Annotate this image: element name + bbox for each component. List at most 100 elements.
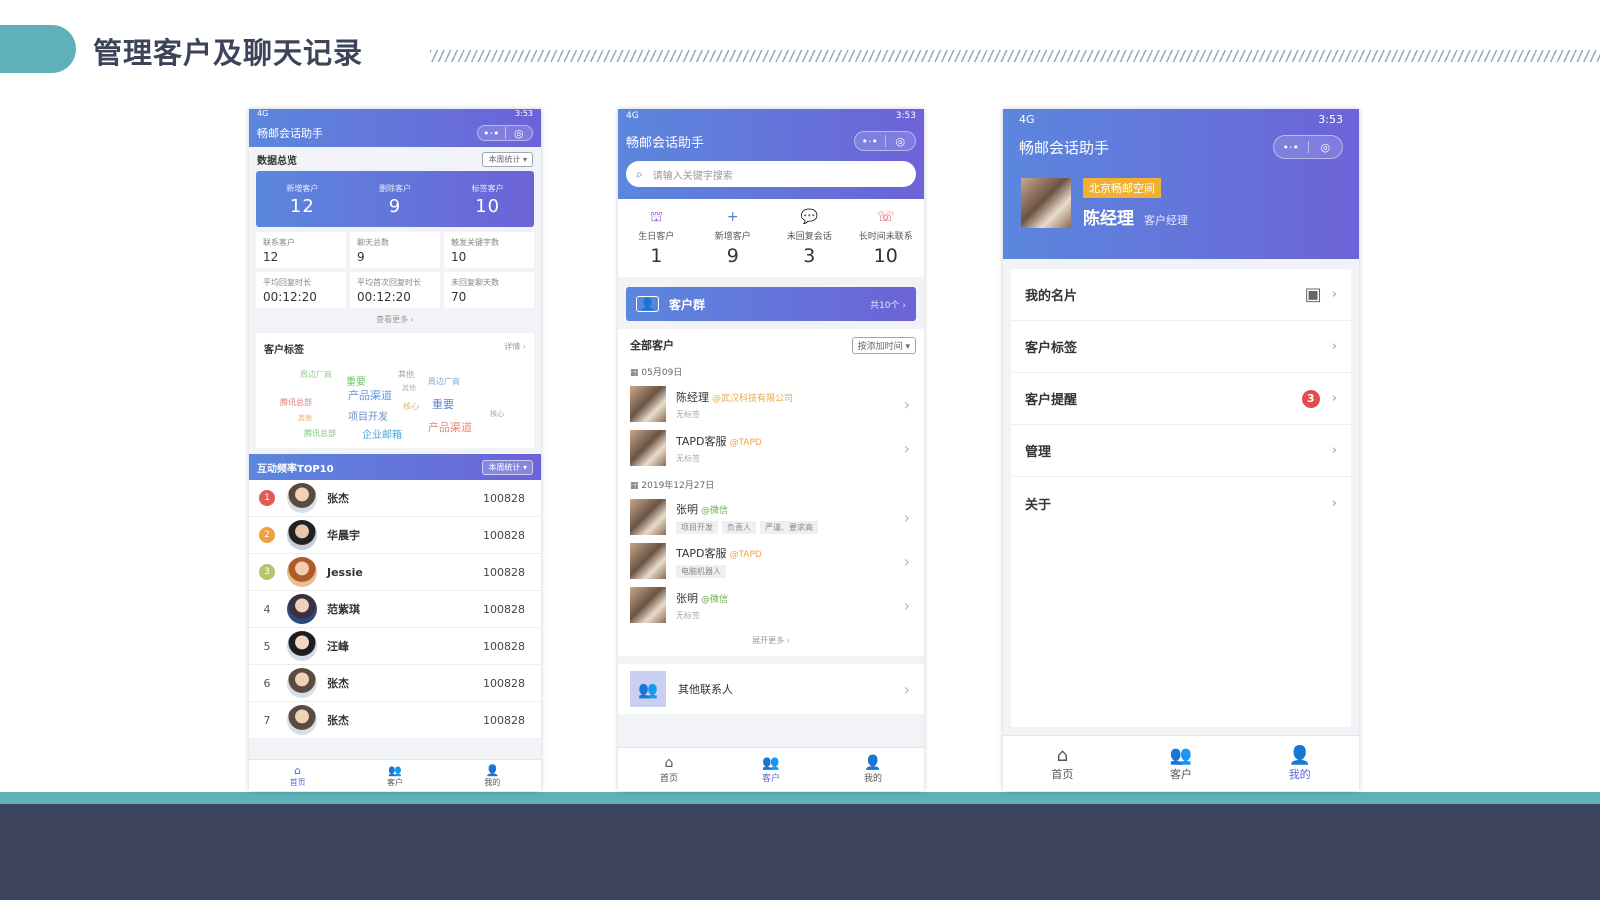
more-icon[interactable]: •·• — [478, 127, 505, 140]
see-more-link[interactable]: 查看更多 › — [249, 314, 541, 325]
avatar — [630, 386, 666, 422]
customer-tags-card: 客户标签 详情 › 周边厂商 重要 其他 周边厂商 产品渠道 其他 腾讯总部 项目… — [256, 333, 534, 448]
stat-tagged-customers[interactable]: 标签客户 10 — [441, 171, 534, 227]
missed-call-icon: ☏ — [876, 209, 895, 225]
tag-word[interactable]: 其他 — [298, 413, 312, 423]
more-icon[interactable]: •·• — [1274, 141, 1308, 154]
stat-deleted-customers[interactable]: 删除客户 9 — [349, 171, 442, 227]
tab-mine[interactable]: 👤 我的 — [444, 760, 541, 791]
rank-number: 4 — [263, 602, 271, 616]
menu-my-card[interactable]: 我的名片 ▣ › — [1011, 269, 1351, 321]
tag-word[interactable]: 项目开发 — [348, 408, 388, 423]
rank-number: 5 — [263, 639, 271, 653]
chevron-right-icon: › — [903, 394, 910, 414]
tab-customers[interactable]: 👥 客户 — [346, 760, 443, 791]
other-contacts-row[interactable]: 👥 其他联系人 › — [618, 664, 924, 714]
profile-avatar[interactable] — [1021, 178, 1071, 228]
phone-customers: 4G 3:53 畅邮会话助手 •·• ◎ ⌕ 请输入关键字搜索 ⛫ 生日客户 1 + 新… — [618, 109, 924, 791]
top10-title: 互动频率TOP10 — [257, 463, 334, 475]
customer-row[interactable]: TAPD客服 @TAPD 无标签 › — [618, 426, 924, 470]
tab-home[interactable]: ⌂ 首页 — [1003, 736, 1122, 791]
quick-birthday[interactable]: ⛫ 生日客户 1 — [618, 209, 695, 277]
plus-icon: + — [726, 209, 739, 225]
tag-word[interactable]: 其他 — [402, 383, 416, 393]
tab-mine[interactable]: 👤 我的 — [822, 748, 924, 791]
stat-avg-first-reply[interactable]: 平均首次回复时长 00:12:20 — [350, 272, 440, 308]
tag-word[interactable]: 核心 — [403, 401, 419, 412]
tab-bar: ⌂ 首页 👥 客户 👤 我的 — [1003, 735, 1359, 791]
tags-detail-link[interactable]: 详情 › — [504, 341, 526, 356]
customer-row[interactable]: 陈经理 @武汉科技有限公司 无标签 › — [618, 382, 924, 426]
more-icon[interactable]: •·• — [855, 135, 885, 148]
rank-row[interactable]: 6 张杰 100828 — [249, 665, 541, 702]
menu-about[interactable]: 关于 › — [1011, 477, 1351, 529]
quick-long-time[interactable]: ☏ 长时间未联系 10 — [848, 209, 925, 277]
stat-chats[interactable]: 聊天总数 9 — [350, 232, 440, 268]
menu-manage[interactable]: 管理 › — [1011, 425, 1351, 477]
rank-row[interactable]: 1 张杰 100828 — [249, 480, 541, 517]
overview-section-header: 数据总览 本周统计 ▾ — [249, 147, 541, 171]
tag-word[interactable]: 重要 — [346, 373, 366, 388]
stat-new-customers[interactable]: 新增客户 12 — [256, 171, 349, 227]
menu-customer-tags[interactable]: 客户标签 › — [1011, 321, 1351, 373]
quick-new[interactable]: + 新增客户 9 — [695, 209, 772, 277]
tag-word[interactable]: 产品渠道 — [428, 419, 472, 435]
stat-contacted[interactable]: 联系客户 12 — [256, 232, 346, 268]
tag-word[interactable]: 其他 — [398, 369, 414, 380]
tag-word[interactable]: 核心 — [490, 409, 504, 419]
footer-teal-band — [0, 792, 1600, 804]
tab-home[interactable]: ⌂ 首页 — [249, 760, 346, 791]
rank-row[interactable]: 4 范紫琪 100828 — [249, 591, 541, 628]
profile-role: 客户经理 — [1144, 214, 1188, 227]
user-icon: 👤 — [485, 763, 500, 777]
quick-unreplied[interactable]: 💬 未回复会话 3 — [771, 209, 848, 277]
tab-customers[interactable]: 👥 客户 — [1122, 736, 1241, 791]
stat-avg-reply[interactable]: 平均回复时长 00:12:20 — [256, 272, 346, 308]
tab-mine[interactable]: 👤 我的 — [1240, 736, 1359, 791]
title-hatch-decoration — [430, 50, 1600, 62]
sort-select[interactable]: 按添加时间 ▾ — [851, 336, 916, 354]
customer-row[interactable]: TAPD客服 @TAPD 电脑机器人 › — [618, 539, 924, 583]
profile-header: 4G 3:53 畅邮会话助手 •·• ◎ 北京畅邮空间 陈经理 客户经理 — [1003, 109, 1359, 259]
tag-word[interactable]: 重要 — [432, 396, 454, 412]
tag-word[interactable]: 腾讯总部 — [280, 397, 312, 408]
tag-word[interactable]: 产品渠道 — [348, 387, 392, 403]
expand-more-link[interactable]: 展开更多 › — [618, 627, 924, 656]
tag-word[interactable]: 周边厂商 — [428, 376, 460, 387]
top10-period-select[interactable]: 本周统计 ▾ — [482, 459, 533, 475]
top-stats-card: 新增客户 12 删除客户 9 标签客户 10 — [256, 171, 534, 227]
rank-badge: 1 — [259, 490, 275, 506]
tag-word[interactable]: 企业邮箱 — [362, 426, 402, 441]
tab-customers[interactable]: 👥 客户 — [720, 748, 822, 791]
stat-unreplied[interactable]: 未回复聊天数 70 — [444, 272, 534, 308]
home-header: 4G 3:53 畅邮会话助手 •·• ◎ — [249, 109, 541, 147]
all-customers-header: 全部客户 按添加时间 ▾ — [618, 329, 924, 361]
rank-row[interactable]: 3 Jessie 100828 — [249, 554, 541, 591]
close-circle-icon[interactable]: ◎ — [506, 127, 533, 140]
rank-row[interactable]: 5 汪峰 100828 — [249, 628, 541, 665]
signal-indicator: 4G — [626, 111, 639, 121]
rank-row[interactable]: 2 华晨宇 100828 — [249, 517, 541, 554]
tag-word[interactable]: 周边厂商 — [300, 369, 332, 380]
avatar — [287, 705, 317, 735]
menu-customer-reminders[interactable]: 客户提醒 3 › — [1011, 373, 1351, 425]
rank-row[interactable]: 7 张杰 100828 — [249, 702, 541, 739]
footer-dark-band — [0, 804, 1600, 900]
phone-home-dashboard: 4G 3:53 畅邮会话助手 •·• ◎ 数据总览 本周统计 ▾ 新增客户 12 删… — [249, 109, 541, 791]
close-circle-icon[interactable]: ◎ — [1309, 141, 1343, 154]
group-label: 客户群 — [668, 297, 705, 312]
customer-row[interactable]: 张明 @微信 无标签 › — [618, 583, 924, 627]
tab-home[interactable]: ⌂ 首页 — [618, 748, 720, 791]
tag-word[interactable]: 腾讯总部 — [304, 428, 336, 439]
status-bar: 4G 3:53 — [618, 109, 924, 125]
avatar — [287, 668, 317, 698]
search-input[interactable]: ⌕ 请输入关键字搜索 — [626, 161, 916, 187]
overview-period-select[interactable]: 本周统计 ▾ — [482, 151, 533, 167]
customer-group-button[interactable]: 👤 客户群 共10个 › — [626, 287, 916, 321]
close-circle-icon[interactable]: ◎ — [886, 135, 916, 148]
contacts-icon: 👥 — [630, 671, 666, 707]
rank-number: 7 — [263, 713, 271, 727]
stat-keywords[interactable]: 触发关键字数 10 — [444, 232, 534, 268]
chevron-right-icon: › — [1331, 391, 1337, 406]
customer-row[interactable]: 张明 @微信 项目开发 负责人 严谨、要求高 › — [618, 495, 924, 539]
